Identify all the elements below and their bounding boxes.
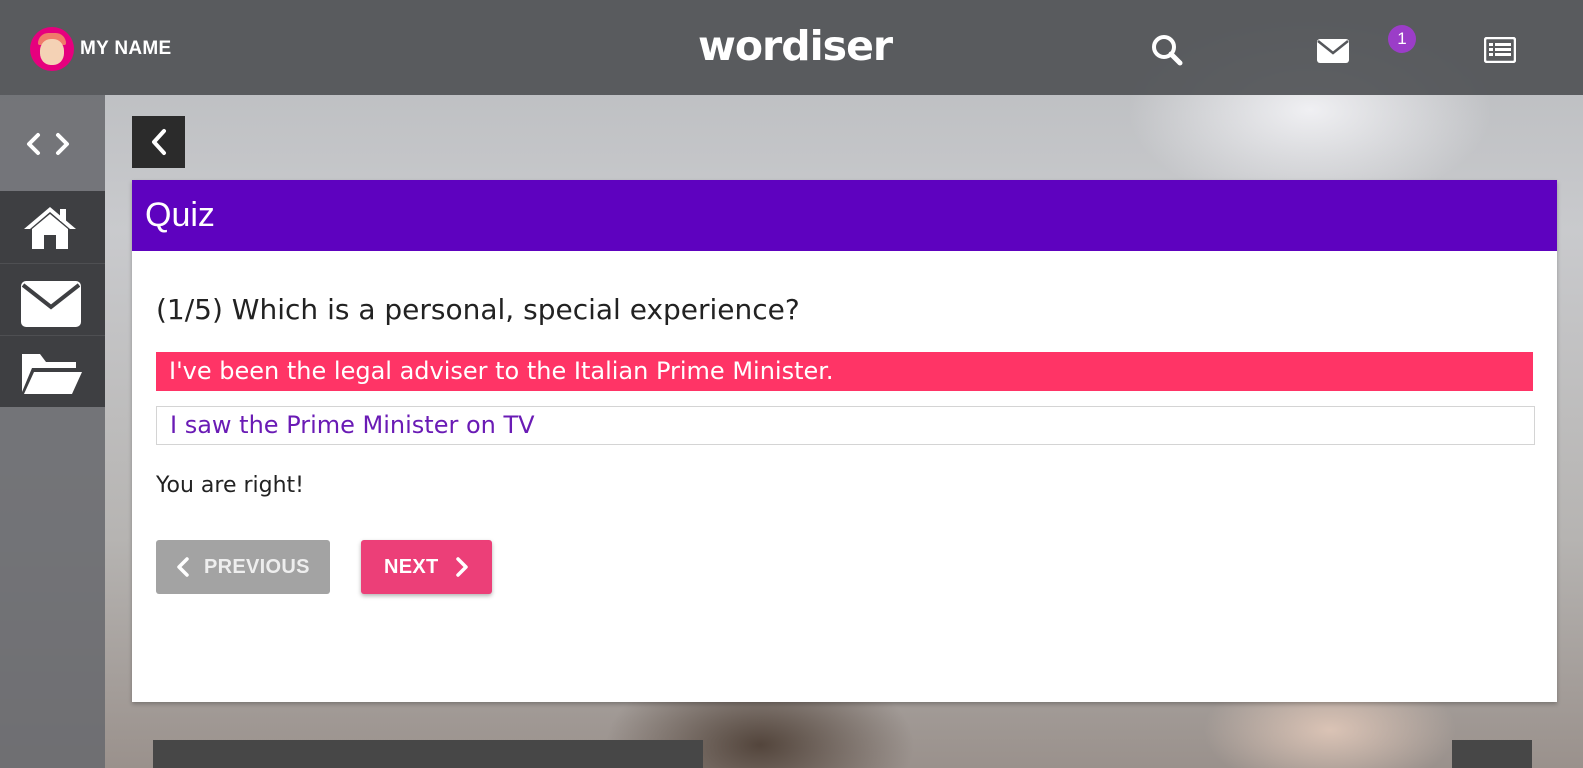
username: MY NAME xyxy=(80,38,172,59)
back-button[interactable] xyxy=(132,116,185,168)
feedback-text: You are right! xyxy=(156,473,304,498)
search-icon[interactable] xyxy=(1150,33,1184,72)
previous-label: PREVIOUS xyxy=(204,555,310,578)
collapse-toggle-icon[interactable] xyxy=(24,131,74,162)
home-icon xyxy=(24,207,76,249)
list-icon[interactable] xyxy=(1483,36,1517,68)
answer-option-2[interactable]: I saw the Prime Minister on TV xyxy=(156,406,1535,445)
chevron-right-icon xyxy=(455,557,468,577)
content-card xyxy=(1452,740,1532,768)
next-button[interactable]: NEXT xyxy=(361,540,492,594)
content-card xyxy=(153,740,703,768)
sidebar-item-home[interactable] xyxy=(0,191,105,263)
notification-badge[interactable]: 1 xyxy=(1388,25,1416,53)
quiz-panel: Quiz (1/5) Which is a personal, special … xyxy=(132,180,1557,702)
sidebar-nav xyxy=(0,191,105,407)
previous-button[interactable]: PREVIOUS xyxy=(156,540,330,594)
user-menu[interactable]: MY NAME xyxy=(30,27,171,71)
folder-open-icon xyxy=(22,354,82,394)
envelope-icon xyxy=(21,281,81,327)
answer-option-1[interactable]: I've been the legal adviser to the Itali… xyxy=(156,352,1533,391)
quiz-title: Quiz xyxy=(132,180,1557,251)
next-label: NEXT xyxy=(384,555,439,578)
sidebar xyxy=(0,95,105,768)
avatar xyxy=(30,27,74,71)
top-bar: MY NAME wordiser 1 xyxy=(0,0,1583,95)
logo[interactable]: wordiser xyxy=(698,22,893,70)
question-text: (1/5) Which is a personal, special exper… xyxy=(156,293,800,326)
chevron-left-icon xyxy=(177,557,189,577)
chevron-left-icon xyxy=(151,129,166,155)
mail-icon[interactable] xyxy=(1316,38,1350,69)
sidebar-item-folders[interactable] xyxy=(0,335,105,408)
sidebar-item-messages[interactable] xyxy=(0,263,105,336)
